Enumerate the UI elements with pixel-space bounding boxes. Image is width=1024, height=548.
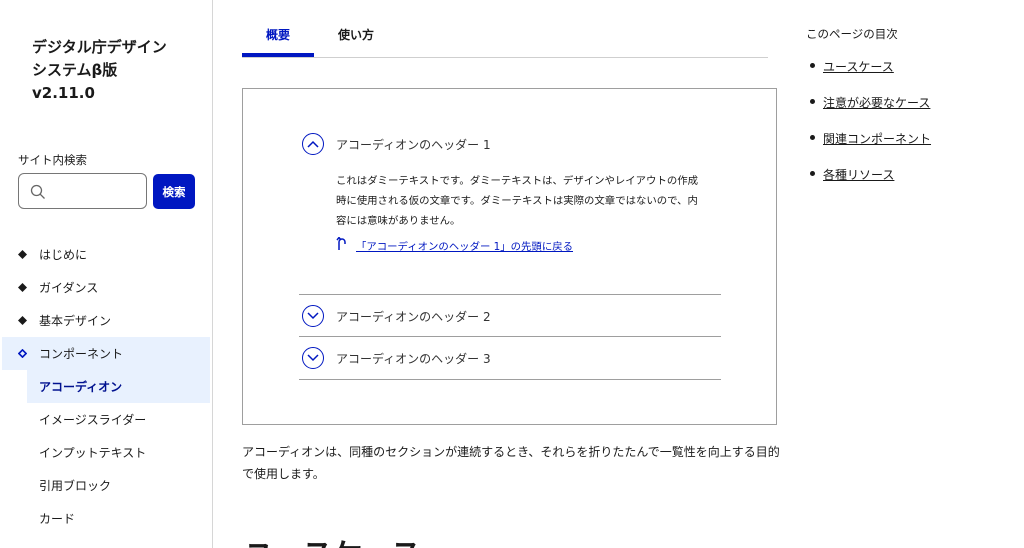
diamond-icon <box>18 250 27 259</box>
accordion-item-2: アコーディオンのヘッダー 2 <box>299 295 721 337</box>
sidebar-item-guidance[interactable]: ガイダンス <box>0 271 212 304</box>
chevron-up-icon <box>302 133 324 155</box>
sidebar-subitem-image-slider[interactable]: イメージスライダー <box>0 403 212 436</box>
toc-title: このページの目次 <box>806 27 898 41</box>
bullet <box>810 171 815 176</box>
accordion-demo-frame: アコーディオンのヘッダー 1 これはダミーテキストです。ダミーテキストは、デザイ… <box>242 88 777 425</box>
diamond-outline-icon <box>18 349 27 358</box>
sidebar-item-label: コンポーネント <box>39 347 124 361</box>
toc-item-link[interactable]: ユースケース <box>823 58 894 75</box>
sidebar-item-label: はじめに <box>39 248 88 262</box>
component-description: アコーディオンは、同種のセクションが連続するとき、それらを折りたたんで一覧性を向… <box>242 445 780 481</box>
bullet <box>810 99 815 104</box>
accordion-item-3: アコーディオンのヘッダー 3 <box>299 337 721 379</box>
sidebar-subitem-label: インプットテキスト <box>39 446 147 460</box>
toc-item-link[interactable]: 各種リソース <box>823 166 894 183</box>
search-icon <box>30 184 45 199</box>
bullet <box>810 135 815 140</box>
diamond-icon <box>18 283 27 292</box>
sidebar-subitem-input-text[interactable]: インプットテキスト <box>0 436 212 469</box>
site-title-line: システムβ版 <box>32 61 118 79</box>
accordion-divider <box>299 379 721 380</box>
search-button[interactable]: 検索 <box>153 174 195 209</box>
tab-usage[interactable]: 使い方 <box>338 26 374 43</box>
accordion-body-text: これはダミーテキストです。ダミーテキストは、デザインやレイアウトの作成時に使用さ… <box>336 175 699 227</box>
accordion-header-label: アコーディオンのヘッダー 2 <box>336 309 491 324</box>
sidebar-subitem-label: 引用ブロック <box>39 479 112 493</box>
accordion-header-label: アコーディオンのヘッダー 3 <box>336 351 491 366</box>
chevron-down-icon <box>302 347 324 369</box>
site-version: v2.11.0 <box>32 84 95 102</box>
back-to-top-link-label: 「アコーディオンのヘッダー 1」の先頭に戻る <box>356 241 573 253</box>
sidebar-item-label: ガイダンス <box>39 281 99 295</box>
sidebar-subitem-label: アコーディオン <box>39 380 123 394</box>
accordion-header-2[interactable]: アコーディオンのヘッダー 2 <box>299 295 721 337</box>
accordion-header-label: アコーディオンのヘッダー 1 <box>336 137 491 152</box>
back-to-top-link[interactable]: 「アコーディオンのヘッダー 1」の先頭に戻る <box>336 235 721 255</box>
return-arrow-icon <box>336 237 346 250</box>
accordion-item-1: アコーディオンのヘッダー 1 これはダミーテキストです。ダミーテキストは、デザイ… <box>299 123 721 255</box>
accordion-header-1[interactable]: アコーディオンのヘッダー 1 <box>299 123 721 165</box>
section-heading: ユースケース <box>244 530 421 548</box>
accordion-panel-1: これはダミーテキストです。ダミーテキストは、デザインやレイアウトの作成時に使用さ… <box>299 165 721 255</box>
sidebar-item-components[interactable]: コンポーネント <box>2 337 210 370</box>
sidebar-item-hajimeni[interactable]: はじめに <box>0 238 212 271</box>
tab-overview[interactable]: 概要 <box>266 26 290 43</box>
sidebar-item-basic-design[interactable]: 基本デザイン <box>0 304 212 337</box>
search-input[interactable] <box>18 173 147 209</box>
sidebar-subitem-card[interactable]: カード <box>0 502 212 535</box>
site-title[interactable]: デジタル庁デザイン システムβ版 v2.11.0 <box>32 36 202 105</box>
sidebar: デジタル庁デザイン システムβ版 v2.11.0 サイト内検索 検索 はじめに … <box>0 0 213 548</box>
toc-item-link[interactable]: 注意が必要なケース <box>823 94 930 111</box>
bullet <box>810 63 815 68</box>
sidebar-subitem-label: カード <box>39 512 76 526</box>
sidebar-subitem-blockquote[interactable]: 引用ブロック <box>0 469 212 502</box>
search-label: サイト内検索 <box>18 153 87 167</box>
sidebar-nav: はじめに ガイダンス 基本デザイン コンポーネント アコーディオン イメージスラ… <box>0 238 212 535</box>
site-title-line: デジタル庁デザイン <box>32 38 167 56</box>
accordion-header-3[interactable]: アコーディオンのヘッダー 3 <box>299 337 721 379</box>
diamond-icon <box>18 316 27 325</box>
tab-bar: 概要 使い方 <box>242 16 768 58</box>
toc-item-link[interactable]: 関連コンポーネント <box>823 130 931 147</box>
active-tab-indicator <box>242 53 314 57</box>
sidebar-item-label: 基本デザイン <box>39 314 112 328</box>
sidebar-subitem-label: イメージスライダー <box>39 413 147 427</box>
sidebar-subitem-accordion[interactable]: アコーディオン <box>27 370 210 403</box>
chevron-down-icon <box>302 305 324 327</box>
